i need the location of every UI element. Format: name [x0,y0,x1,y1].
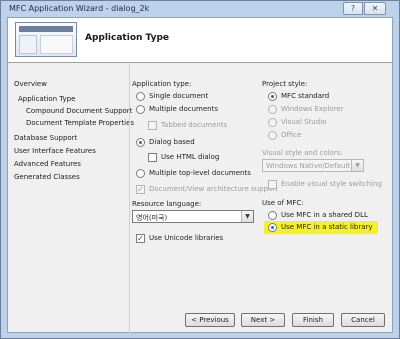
window-title: MFC Application Wizard - dialog_2k [9,4,150,13]
tabbed-documents-checkbox[interactable] [148,121,157,130]
nav-separator [129,64,130,334]
use-mfc-static-library-radio[interactable] [268,223,277,232]
doc-view-checkbox[interactable]: ✓ [136,185,145,194]
nav-item-compound-document-support[interactable]: Compound Document Support [26,107,132,115]
next-button[interactable]: Next > [241,313,285,327]
project-style-label: Project style: [262,80,308,88]
visual-style-label: Visual style and colors: [262,149,343,157]
multiple-top-level-label[interactable]: Multiple top-level documents [149,169,251,177]
nav-item-overview[interactable]: Overview [14,80,47,88]
project-style-mfc-standard-radio[interactable] [268,92,277,101]
project-style-office-radio[interactable] [268,131,277,140]
tabbed-documents-label: Tabbed documents [161,121,228,129]
resource-language-label: Resource language: [132,200,202,208]
single-document-radio[interactable] [136,92,145,101]
cancel-button[interactable]: Cancel [341,313,385,327]
project-style-mfc-standard-label[interactable]: MFC standard [281,92,329,100]
application-type-label: Application type: [132,80,192,88]
project-style-visual-studio-radio[interactable] [268,118,277,127]
wizard-window: MFC Application Wizard - dialog_2k ? ✕ A… [0,0,400,339]
dialog-client-area: Application Type Overview Application Ty… [7,17,393,334]
use-html-dialog-checkbox[interactable] [148,153,157,162]
use-unicode-label[interactable]: Use Unicode libraries [149,234,223,242]
previous-button[interactable]: < Previous [185,313,235,327]
visual-style-value: Windows Native/Default [266,162,351,170]
dialog-based-label[interactable]: Dialog based [149,138,195,146]
title-bar: MFC Application Wizard - dialog_2k ? ✕ [1,1,399,17]
wizard-banner-icon [15,22,77,57]
project-style-windows-explorer-radio[interactable] [268,105,277,114]
project-style-visual-studio-label: Visual Studio [281,118,327,126]
use-unicode-checkbox[interactable]: ✓ [136,234,145,243]
nav-item-advanced-features[interactable]: Advanced Features [14,160,81,168]
resource-language-value: 영어(미국) [136,214,168,222]
close-button[interactable]: ✕ [364,2,386,15]
multiple-top-level-radio[interactable] [136,169,145,178]
finish-button[interactable]: Finish [292,313,334,327]
chevron-down-icon: ▼ [351,160,363,171]
use-mfc-static-library-label[interactable]: Use MFC in a static library [281,223,373,231]
nav-item-database-support[interactable]: Database Support [14,134,77,142]
nav-item-document-template-properties[interactable]: Document Template Properties [26,119,134,127]
resource-language-select[interactable]: 영어(미국) ▼ [132,210,254,223]
enable-visual-style-switching-label: Enable visual style switching [281,180,382,188]
multiple-documents-label[interactable]: Multiple documents [149,105,218,113]
use-mfc-shared-dll-label[interactable]: Use MFC in a shared DLL [281,211,368,219]
project-style-windows-explorer-label: Windows Explorer [281,105,344,113]
project-style-office-label: Office [281,131,302,139]
multiple-documents-radio[interactable] [136,105,145,114]
help-button[interactable]: ? [343,2,363,15]
nav-item-generated-classes[interactable]: Generated Classes [14,173,80,181]
enable-visual-style-switching-checkbox[interactable] [268,180,277,189]
single-document-label[interactable]: Single document [149,92,208,100]
nav-item-user-interface-features[interactable]: User Interface Features [14,147,96,155]
use-mfc-shared-dll-radio[interactable] [268,211,277,220]
use-html-dialog-label[interactable]: Use HTML dialog [161,153,219,161]
wizard-header: Application Type [8,18,392,63]
nav-item-application-type[interactable]: Application Type [18,95,75,103]
chevron-down-icon: ▼ [241,211,253,222]
use-of-mfc-label: Use of MFC: [262,199,304,207]
doc-view-label: Document/View architecture support [149,185,278,193]
visual-style-select[interactable]: Windows Native/Default ▼ [262,159,364,172]
page-title: Application Type [85,33,170,43]
dialog-based-radio[interactable] [136,138,145,147]
